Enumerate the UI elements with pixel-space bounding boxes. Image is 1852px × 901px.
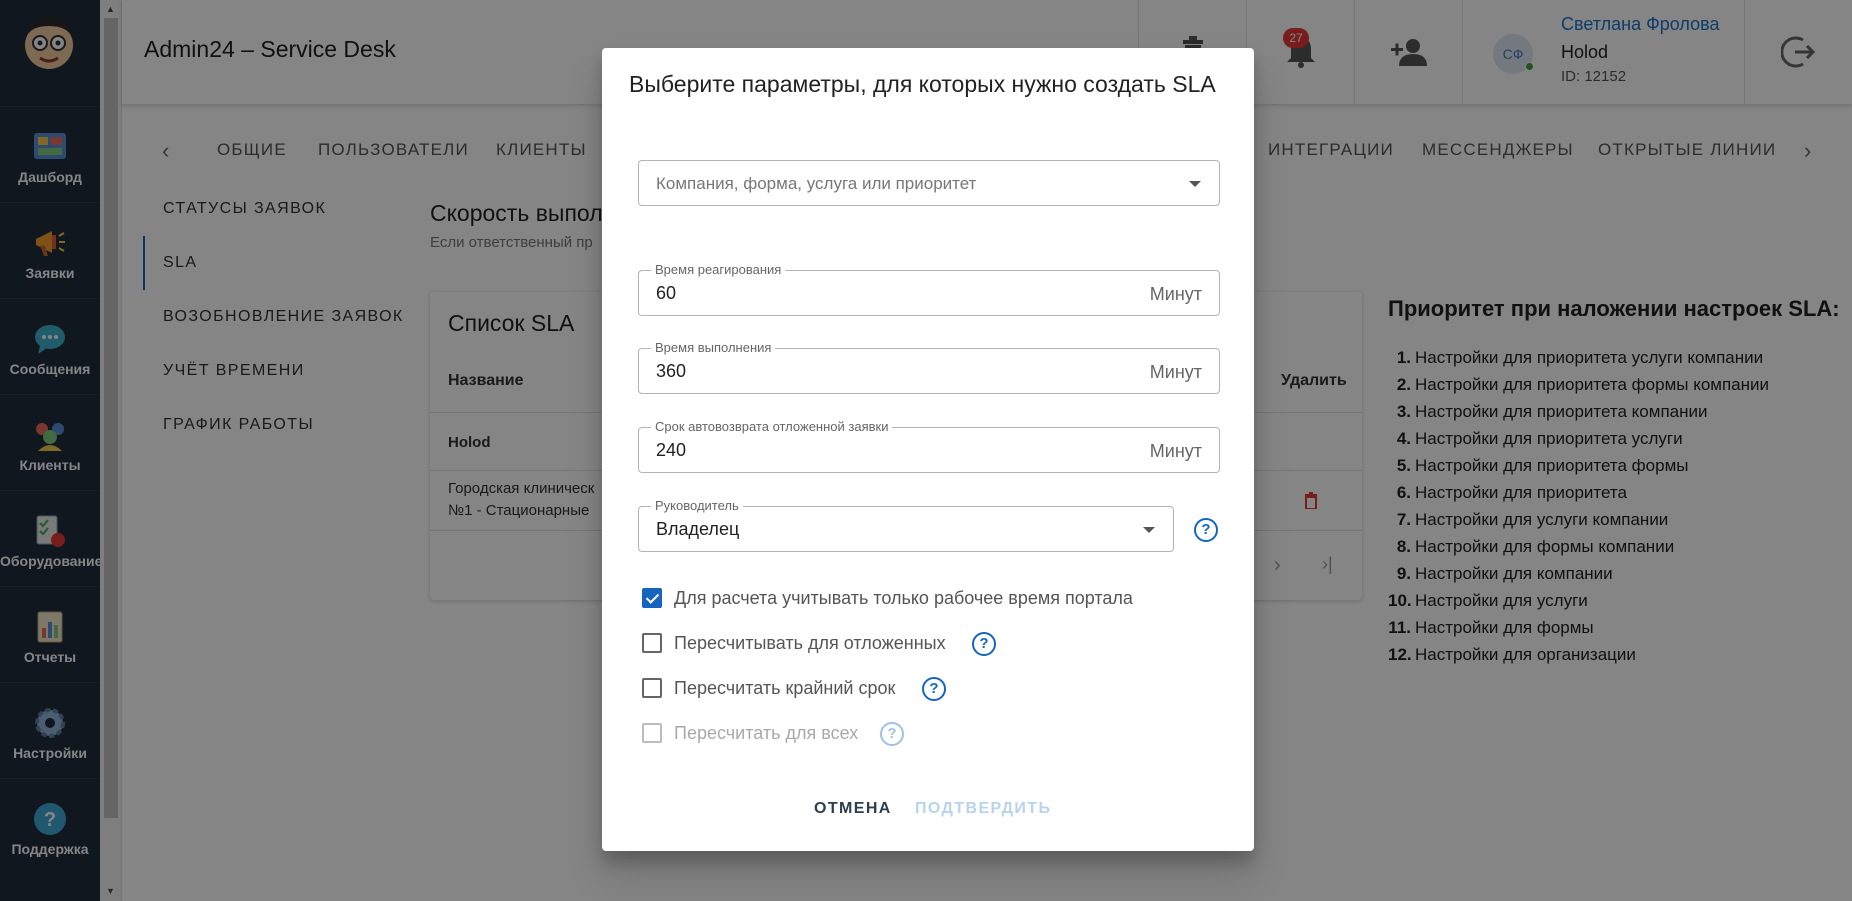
field-suffix: Минут [1149,362,1202,382]
dialog-title: Выберите параметры, для которых нужно со… [629,71,1216,97]
field-value: 240 [656,440,687,460]
checkbox-label: Для расчета учитывать только рабочее вре… [674,588,1133,608]
recalc-postponed-help-icon[interactable]: ? [972,632,996,656]
field-label: Руководитель [651,498,743,513]
field-label: Срок автовозврата отложенной заявки [651,419,893,434]
recalc-deadline-help-icon[interactable]: ? [922,677,946,701]
checkbox-unchecked-icon[interactable] [642,678,662,698]
field-value: 60 [656,283,677,303]
confirm-button: ПОДТВЕРДИТЬ [915,800,1052,817]
field-value: Владелец [656,519,740,539]
field-value: 360 [656,361,687,381]
checkbox-label: Пересчитывать для отложенных [674,633,946,653]
recalc-all-help-icon[interactable]: ? [880,722,904,746]
checkbox-label: Пересчитать для всех [674,723,859,743]
dropdown-arrow-icon [1189,181,1201,187]
field-label: Время реагирования [651,262,786,277]
execution-time-field[interactable]: Время выполнения 360 Минут [638,340,1220,394]
field-suffix: Минут [1149,441,1202,461]
create-sla-dialog: Выберите параметры, для которых нужно со… [602,48,1254,851]
parameters-select[interactable]: Компания, форма, услуга или приоритет [638,160,1220,206]
manager-help-icon[interactable]: ? [1194,518,1218,542]
reaction-time-field[interactable]: Время реагирования 60 Минут [638,262,1220,316]
field-label: Время выполнения [651,340,776,355]
checkbox-unchecked-icon[interactable] [642,633,662,653]
autoreturn-time-field[interactable]: Срок автовозврата отложенной заявки 240 … [638,419,1220,473]
field-suffix: Минут [1149,284,1202,304]
manager-select[interactable]: Руководитель Владелец [638,498,1174,552]
checkbox-checked-icon[interactable] [642,588,662,608]
cancel-button[interactable]: ОТМЕНА [814,800,892,818]
dropdown-arrow-icon [1143,527,1155,533]
checkbox-label: Пересчитать крайний срок [674,678,896,698]
select-placeholder: Компания, форма, услуга или приоритет [656,174,977,193]
checkbox-disabled-icon [642,723,662,743]
